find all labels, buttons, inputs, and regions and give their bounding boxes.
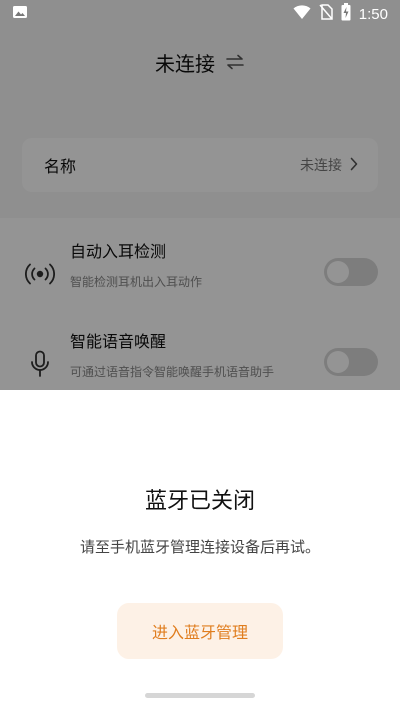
status-left: [12, 4, 28, 24]
battery-charging-icon: [341, 3, 351, 25]
bluetooth-off-sheet: 蓝牙已关闭 请至手机蓝牙管理连接设备后再试。 进入蓝牙管理: [0, 390, 400, 711]
home-indicator[interactable]: [145, 693, 255, 698]
status-right: 1:50: [293, 3, 388, 25]
status-time: 1:50: [358, 5, 388, 23]
status-bar: 1:50: [0, 0, 400, 28]
image-icon: [12, 4, 28, 24]
open-bluetooth-settings-button[interactable]: 进入蓝牙管理: [117, 603, 283, 659]
dialog-title: 蓝牙已关闭: [144, 489, 255, 514]
dialog-description: 请至手机蓝牙管理连接设备后再试。: [79, 538, 320, 556]
no-sim-icon: [319, 4, 333, 24]
wifi-icon: [293, 4, 311, 24]
